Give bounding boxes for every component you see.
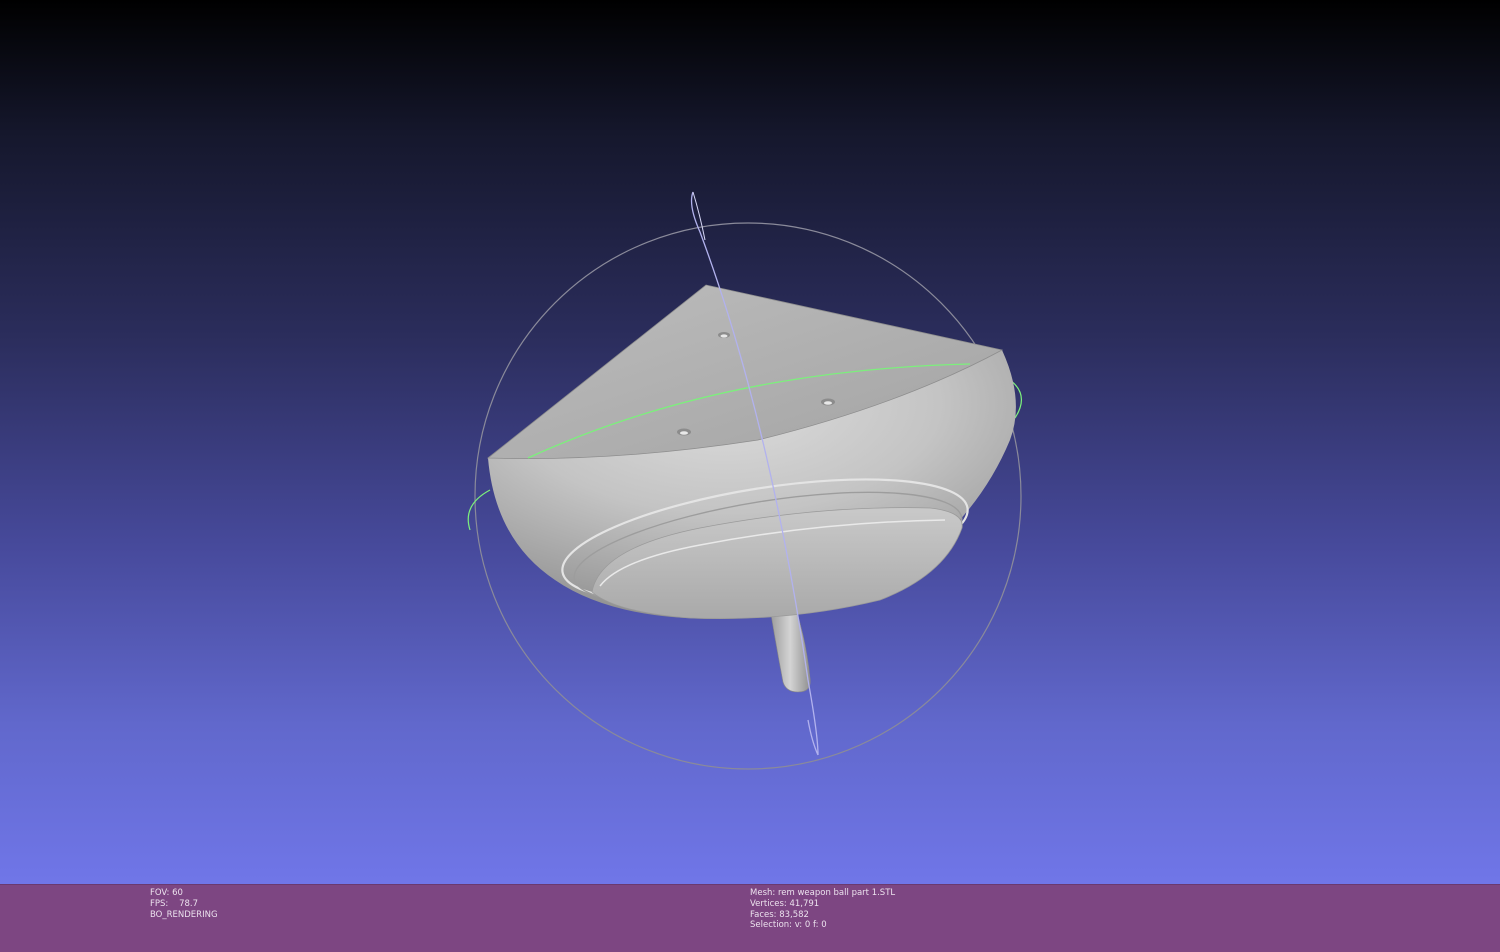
3d-viewport[interactable] <box>0 0 1500 884</box>
model-mesh <box>486 284 1016 620</box>
scene-render <box>467 191 1022 770</box>
mesh-name-label: Mesh: rem weapon ball part 1.STL <box>750 888 896 898</box>
model-peg <box>769 605 811 693</box>
vertex-count: Vertices: 41,791 <box>750 898 820 909</box>
selection-count: Selection: v: 0 f: 0 <box>750 920 827 931</box>
mesh-info: Mesh: rem weapon ball part 1.STL Vertice… <box>750 888 895 931</box>
status-bar: FOV: 60 FPS: 78.7 BO_RENDERING Mesh: rem… <box>0 884 1500 952</box>
meshlab-window: FOV: 60 FPS: 78.7 BO_RENDERING Mesh: rem… <box>0 0 1500 952</box>
fov-readout: FOV: 60 <box>150 888 183 898</box>
face-count: Faces: 83,582 <box>750 909 809 920</box>
fps-readout: FPS: 78.7 <box>150 898 199 909</box>
render-info: FOV: 60 FPS: 78.7 BO_RENDERING <box>150 888 218 920</box>
render-mode-label: BO_RENDERING <box>150 909 218 920</box>
